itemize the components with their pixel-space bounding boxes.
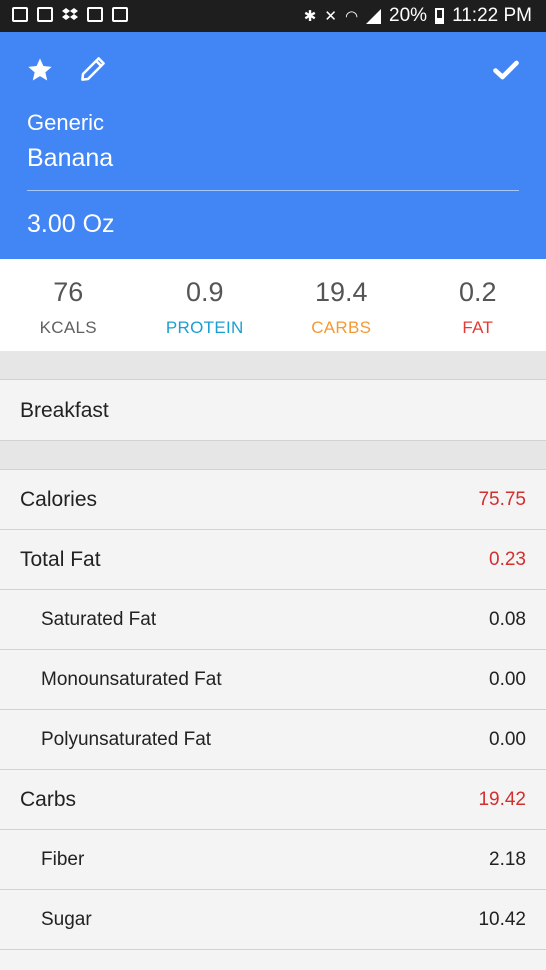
food-name: Banana <box>27 144 114 172</box>
macro-label: KCALS <box>39 318 97 337</box>
wifi-icon: ◠ <box>344 8 359 25</box>
nutrient-row-carbs: Carbs 19.42 <box>0 769 546 829</box>
serving-size[interactable]: 3.00 Oz <box>27 210 115 239</box>
macro-value: 76 <box>53 277 84 307</box>
nutrient-row-saturated-fat: Saturated Fat 0.08 <box>0 589 546 649</box>
macro-summary: 76 KCALS 0.9 PROTEIN 19.4 CARBS 0.2 FAT <box>0 259 546 351</box>
macro-carbs: 19.4 CARBS <box>273 259 410 351</box>
nutrient-row-total-fat: Total Fat 0.23 <box>0 529 546 589</box>
nutrient-row-calories: Calories 75.75 <box>0 469 546 529</box>
status-bar: ✱ ✕ ◠ 20% 11:22 PM <box>0 0 546 32</box>
macro-value: 0.2 <box>458 277 497 307</box>
clock: 11:22 PM <box>452 5 532 26</box>
battery-icon <box>435 8 445 24</box>
food-header: Generic Banana 3.00 Oz <box>0 32 546 259</box>
nutrient-label: Fiber <box>41 849 85 870</box>
nutrient-label: Saturated Fat <box>41 609 157 630</box>
mute-icon: ✕ <box>324 8 337 25</box>
nutrient-value: 0.08 <box>489 609 526 630</box>
nutrient-label: Calories <box>20 488 98 511</box>
macro-fat: 0.2 FAT <box>410 259 546 351</box>
nutrient-value: 2.18 <box>489 849 526 870</box>
bluetooth-icon: ✱ <box>303 8 317 25</box>
brand-name: Generic <box>27 110 105 135</box>
nutrient-value: 10.42 <box>478 909 526 930</box>
signal-icon <box>366 8 382 24</box>
nutrient-label: Carbs <box>20 788 77 811</box>
gallery-icon <box>12 7 28 22</box>
battery-percent: 20% <box>389 5 428 26</box>
nutrient-value: 19.42 <box>478 789 526 810</box>
macro-value: 0.9 <box>185 277 224 307</box>
nutrient-label: Polyunsaturated Fat <box>41 729 212 750</box>
email-icon <box>37 7 53 22</box>
nutrient-label: Monounsaturated Fat <box>41 669 222 690</box>
macro-protein: 0.9 PROTEIN <box>137 259 274 351</box>
nutrient-label: Sugar <box>41 909 92 930</box>
star-icon[interactable] <box>26 56 54 84</box>
macro-label: FAT <box>462 318 494 337</box>
nutrient-value: 0.00 <box>489 669 526 690</box>
macro-kcals: 76 KCALS <box>0 259 137 351</box>
voicemail-icon <box>112 7 128 22</box>
macro-label: PROTEIN <box>165 318 244 337</box>
system-icons: ✱ ✕ ◠ 20% 11:22 PM <box>304 5 532 27</box>
divider <box>27 190 519 191</box>
meal-selector[interactable]: Breakfast <box>0 379 546 441</box>
meal-label: Breakfast <box>20 399 109 422</box>
nutrient-value: 0.23 <box>489 549 526 570</box>
nutrient-row-sugar: Sugar 10.42 <box>0 889 546 949</box>
nutrient-value: 0.00 <box>489 729 526 750</box>
nutrient-label: Total Fat <box>20 548 101 571</box>
nutrient-row-fiber: Fiber 2.18 <box>0 829 546 889</box>
check-icon[interactable] <box>492 56 520 84</box>
section-gap <box>0 351 546 379</box>
macro-label: CARBS <box>311 318 372 337</box>
nutrient-row-polyunsaturated-fat: Polyunsaturated Fat 0.00 <box>0 709 546 769</box>
dropbox-icon <box>62 7 78 22</box>
macro-value: 19.4 <box>314 277 368 307</box>
notification-icons <box>12 7 128 22</box>
phone-icon <box>87 7 103 22</box>
section-gap <box>0 441 546 469</box>
pencil-icon[interactable] <box>78 54 108 84</box>
nutrient-row-monounsaturated-fat: Monounsaturated Fat 0.00 <box>0 649 546 709</box>
nutrient-row-partial <box>0 949 546 970</box>
nutrient-value: 75.75 <box>478 489 526 510</box>
